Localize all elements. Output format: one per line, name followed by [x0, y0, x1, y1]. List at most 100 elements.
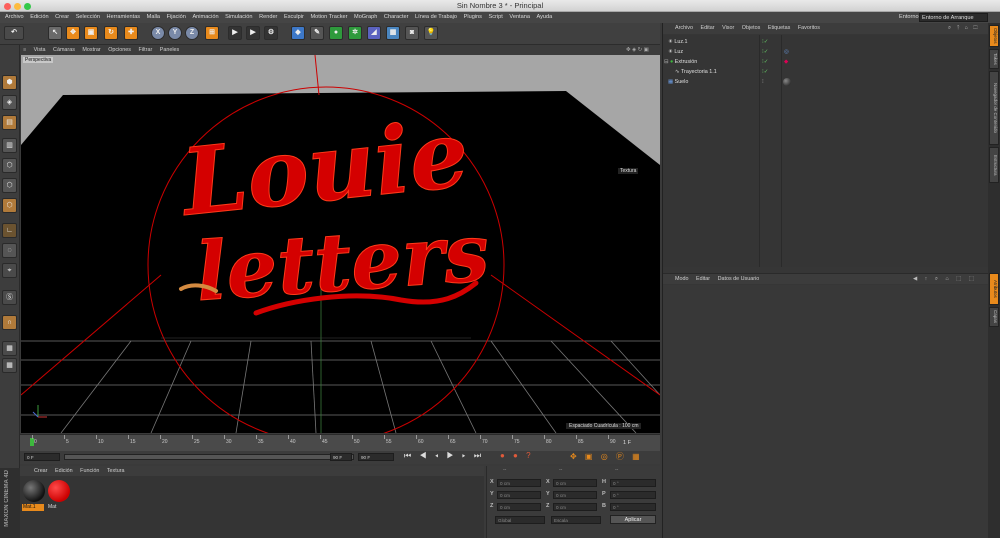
- position-z-field[interactable]: 0 cm: [497, 503, 541, 511]
- frame-range-slider[interactable]: [64, 454, 354, 460]
- object-row-extrusion[interactable]: ⊟ ● Extrusión ⁝✓ ◆: [663, 57, 989, 67]
- apply-button[interactable]: Aplicar: [610, 515, 656, 524]
- render-picture-viewer-icon[interactable]: ▶: [246, 26, 260, 40]
- attributes-menu-modo[interactable]: Modo: [675, 276, 689, 282]
- viewport-nav-icons[interactable]: ✥ ◈ ↻ ▣: [626, 45, 649, 55]
- axis-mode-icon[interactable]: ∟: [2, 223, 17, 238]
- position-x-field[interactable]: 0 cm: [497, 479, 541, 487]
- environment-select[interactable]: Entorno de Arranque: [919, 13, 988, 22]
- workplane-icon[interactable]: ▥: [2, 138, 17, 153]
- menu-ayuda[interactable]: Ayuda: [537, 14, 553, 20]
- objects-menu-objetos[interactable]: Objetos: [742, 25, 761, 31]
- nurbs-generator-icon[interactable]: ●: [329, 26, 343, 40]
- deformer-icon[interactable]: ◢: [367, 26, 381, 40]
- material-swatch-mat[interactable]: [48, 480, 70, 502]
- visibility-dots-icon[interactable]: ⁝✓: [762, 57, 768, 67]
- pen-spline-icon[interactable]: ✎: [310, 26, 324, 40]
- phong-tag-icon[interactable]: ◆: [784, 57, 788, 67]
- attributes-nav-icons[interactable]: ◀ ↑ ⌕ ⌂ ⬚ ⬚: [913, 274, 977, 285]
- attributes-menu-datos-usuario[interactable]: Datos de Usuario: [718, 276, 760, 282]
- object-name-luz[interactable]: Luz: [674, 49, 683, 55]
- material-swatch-mat1[interactable]: [23, 480, 45, 502]
- object-name-trayectoria[interactable]: Trayectoria 1.1: [681, 69, 717, 75]
- viewport-menu-opciones[interactable]: Opciones: [108, 47, 131, 53]
- tab-navegador-contenido[interactable]: Navegador de Contenido: [989, 71, 999, 145]
- viewport-menu-paneles[interactable]: Paneles: [160, 47, 179, 53]
- material-tag-icon[interactable]: [783, 78, 791, 86]
- menu-ventana[interactable]: Ventana: [509, 14, 530, 20]
- material-name-mat[interactable]: Mat: [48, 504, 56, 510]
- axis-y-button[interactable]: Y: [168, 26, 182, 40]
- object-row-luz[interactable]: ☀ Luz ⁝✓ ◎: [663, 47, 989, 57]
- menu-character[interactable]: Character: [384, 14, 409, 20]
- key-mode-buttons[interactable]: ✥ ▣ ◎ Ⓟ ▦: [570, 451, 643, 462]
- viewport-menu-vista[interactable]: Vista: [34, 47, 46, 53]
- material-menu-crear[interactable]: Crear: [34, 468, 47, 474]
- tab-estructura[interactable]: Estructura: [989, 147, 999, 183]
- menu-edicion[interactable]: Edición: [30, 14, 48, 20]
- position-y-field[interactable]: 0 cm: [497, 491, 541, 499]
- material-menu-textura[interactable]: Textura: [107, 468, 125, 474]
- magnet-icon[interactable]: ∩: [2, 315, 17, 330]
- workplane-lock-icon[interactable]: ▦: [2, 341, 17, 356]
- menu-motion-tracker[interactable]: Motion Tracker: [310, 14, 347, 20]
- camera-icon[interactable]: ◙: [405, 26, 419, 40]
- array-icon[interactable]: ✲: [348, 26, 362, 40]
- axis-z-button[interactable]: Z: [185, 26, 199, 40]
- make-editable-icon[interactable]: ⬢: [2, 75, 17, 90]
- coordinate-system-icon[interactable]: ⊞: [205, 26, 219, 40]
- texture-mode-icon[interactable]: ▤: [2, 115, 17, 130]
- viewport-menu-mostrar[interactable]: Mostrar: [82, 47, 100, 53]
- menu-render[interactable]: Render: [259, 14, 277, 20]
- edges-mode-icon[interactable]: ⬡: [2, 178, 17, 193]
- grid-icon[interactable]: ▦: [2, 358, 17, 373]
- objects-menu-etiquetas[interactable]: Etiquetas: [768, 25, 790, 31]
- object-name-suelo[interactable]: Suelo: [675, 79, 689, 85]
- menu-malla[interactable]: Malla: [147, 14, 160, 20]
- render-settings-icon[interactable]: ⚙: [264, 26, 278, 40]
- objects-menu-archivo[interactable]: Archivo: [675, 25, 693, 31]
- perspective-viewport[interactable]: Louie letters Perspectiva Textura Espaci…: [21, 55, 660, 433]
- tab-takes[interactable]: Takes: [989, 49, 999, 69]
- material-menu-funcion[interactable]: Función: [80, 468, 99, 474]
- viewport-menu-icon[interactable]: ≡: [23, 47, 26, 53]
- close-window-button[interactable]: [4, 3, 11, 10]
- menu-mograph[interactable]: MoGraph: [354, 14, 377, 20]
- objects-menu-visor[interactable]: Visor: [722, 25, 734, 31]
- tweak-mode-icon[interactable]: ◌: [2, 243, 17, 258]
- menu-seleccion[interactable]: Selección: [76, 14, 100, 20]
- rotation-b-field[interactable]: 0 °: [610, 503, 656, 511]
- points-mode-icon[interactable]: ⬡: [2, 158, 17, 173]
- viewport-menu-filtrar[interactable]: Filtrar: [138, 47, 152, 53]
- keyframe-record-buttons[interactable]: ● ● ?: [500, 451, 534, 460]
- max-frame-field[interactable]: 90 F: [358, 453, 394, 461]
- minimize-window-button[interactable]: [14, 3, 21, 10]
- menu-herramientas[interactable]: Herramientas: [107, 14, 141, 20]
- rotation-p-field[interactable]: 0 °: [610, 491, 656, 499]
- light-bulb-icon[interactable]: 💡: [424, 26, 438, 40]
- attributes-menu-editar[interactable]: Editar: [696, 276, 710, 282]
- scale-tool-icon[interactable]: ▣: [84, 26, 98, 40]
- material-name-mat1[interactable]: Mat.1: [22, 504, 44, 511]
- size-x-field[interactable]: 0 cm: [553, 479, 597, 487]
- model-mode-icon[interactable]: ◈: [2, 95, 17, 110]
- material-menu-edicion[interactable]: Edición: [55, 468, 73, 474]
- tab-capas[interactable]: Capas: [989, 307, 999, 327]
- size-z-field[interactable]: 0 cm: [553, 503, 597, 511]
- size-y-field[interactable]: 0 cm: [553, 491, 597, 499]
- coord-size-mode-select[interactable]: Escala: [551, 516, 601, 524]
- target-tag-icon[interactable]: ◎: [784, 47, 789, 57]
- menu-archivo[interactable]: Archivo: [5, 14, 24, 20]
- polygons-mode-icon[interactable]: ⬡: [2, 198, 17, 213]
- select-arrow-icon[interactable]: ↖: [48, 26, 62, 40]
- move-tool-icon[interactable]: ✥: [66, 26, 80, 40]
- start-frame-field[interactable]: 0 F: [24, 453, 60, 461]
- soft-selection-icon[interactable]: Ⓢ: [2, 290, 17, 305]
- rotate-tool-icon[interactable]: ↻: [104, 26, 118, 40]
- visibility-dots-icon[interactable]: ⁝✓: [762, 47, 768, 57]
- menu-crear[interactable]: Crear: [55, 14, 69, 20]
- menu-fijacion[interactable]: Fijación: [167, 14, 186, 20]
- render-view-icon[interactable]: ▶: [228, 26, 242, 40]
- timeline-ruler[interactable]: 0 5 10 15 20 25 30 35 40 45 50 55 60 65 70 75 80 85 90 1 F: [20, 434, 660, 451]
- last-tool-icon[interactable]: ✚: [124, 26, 138, 40]
